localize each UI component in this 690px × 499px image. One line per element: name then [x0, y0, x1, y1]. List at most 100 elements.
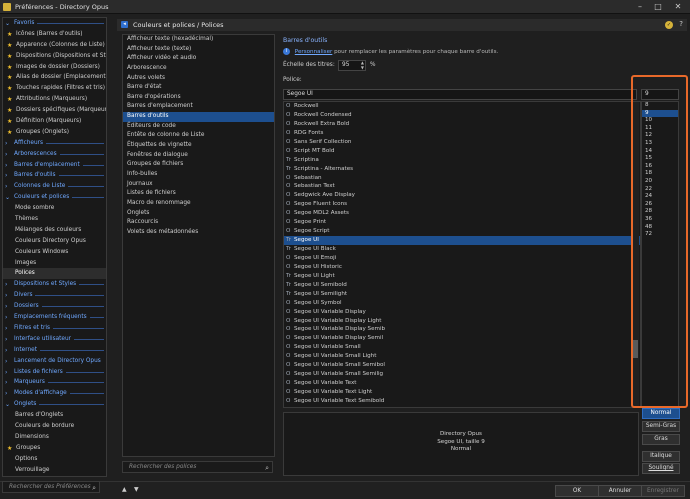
chevron-right-icon[interactable]: ›: [5, 172, 12, 179]
sidebar-item[interactable]: › Internet: [3, 345, 106, 356]
font-item[interactable]: O Script MT Bold: [284, 147, 640, 156]
sidebar-item[interactable]: › Colonnes de Liste: [3, 181, 106, 192]
font-category-item[interactable]: Barres d'emplacement: [123, 102, 274, 112]
font-item[interactable]: O Segoe UI Symbol: [284, 299, 640, 308]
chevron-down-icon[interactable]: ⌄: [5, 401, 12, 408]
customize-link[interactable]: Personnaliser: [295, 49, 333, 55]
font-item[interactable]: Tr Segoe UI Semibold: [284, 281, 640, 290]
font-item[interactable]: O Rockwell: [284, 102, 640, 111]
search-icon[interactable]: ⌕: [265, 463, 269, 473]
sidebar-item[interactable]: ★ Attributions (Marqueurs): [3, 94, 106, 105]
sidebar-item[interactable]: ⌄ Onglets: [3, 399, 106, 410]
spinner-arrows-icon[interactable]: ▲ ▼: [361, 60, 364, 70]
sidebar-item[interactable]: ★ Groupes (Onglets): [3, 127, 106, 138]
font-category-item[interactable]: Journaux: [123, 180, 274, 190]
font-category-item[interactable]: Raccourcis: [123, 218, 274, 228]
italic-button[interactable]: Italique: [642, 451, 680, 462]
font-item[interactable]: Tr Scriptina: [284, 156, 640, 165]
chevron-right-icon[interactable]: ›: [5, 336, 12, 343]
font-item[interactable]: O Segoe UI Variable Display Semil: [284, 334, 640, 343]
chevron-right-icon[interactable]: ›: [5, 292, 12, 299]
font-item[interactable]: Tr Segoe UI: [284, 236, 640, 245]
sidebar-item[interactable]: ★ Icônes (Barres d'outils): [3, 29, 106, 40]
move-down-icon[interactable]: ▼: [134, 486, 139, 493]
sidebar-item[interactable]: Mélanges des couleurs: [3, 225, 106, 236]
font-item[interactable]: O Segoe UI Variable Display Light: [284, 317, 640, 326]
sidebar-item[interactable]: Dimensions: [3, 432, 106, 443]
underline-button[interactable]: Souligné: [642, 463, 680, 474]
help-icon[interactable]: ?: [679, 20, 683, 28]
apply-button[interactable]: Enregistrer: [641, 485, 685, 497]
font-category-item[interactable]: Étiquettes de vignette: [123, 141, 274, 151]
font-item[interactable]: O Segoe Print: [284, 218, 640, 227]
close-button[interactable]: ✕: [670, 1, 686, 13]
font-item[interactable]: Tr Scriptina - Alternates: [284, 165, 640, 174]
sidebar-item[interactable]: › Interface utilisateur: [3, 334, 106, 345]
sidebar-item[interactable]: Couleurs de bordure: [3, 421, 106, 432]
sidebar-item[interactable]: ★ Définition (Marqueurs): [3, 116, 106, 127]
font-item[interactable]: O Segoe UI Emoji: [284, 254, 640, 263]
font-item[interactable]: O RDG Fonts: [284, 129, 640, 138]
sidebar-item[interactable]: Verrouillage: [3, 465, 106, 476]
font-category-item[interactable]: Barre d'état: [123, 83, 274, 93]
sidebar-item[interactable]: › Dossiers: [3, 301, 106, 312]
font-item[interactable]: O Segoe Fluent Icons: [284, 200, 640, 209]
preferences-search-input[interactable]: Rechercher des Préférences ⌕: [2, 481, 100, 493]
font-item[interactable]: Tr Segoe UI Black: [284, 245, 640, 254]
font-category-item[interactable]: Arborescence: [123, 64, 274, 74]
chevron-right-icon[interactable]: ›: [5, 162, 12, 169]
sidebar-item[interactable]: Polices: [3, 268, 106, 280]
sidebar-item[interactable]: › Barres d'emplacement: [3, 160, 106, 171]
sidebar-item[interactable]: ★ Images de dossier (Dossiers): [3, 62, 106, 73]
title-scale-spinner[interactable]: 95 ▲ ▼: [338, 60, 366, 71]
chevron-right-icon[interactable]: ›: [5, 140, 12, 147]
maximize-button[interactable]: □: [650, 1, 666, 13]
font-item[interactable]: O Segoe UI Variable Display Semib: [284, 325, 640, 334]
chevron-right-icon[interactable]: ›: [5, 325, 12, 332]
font-category-item[interactable]: Macro de renommage: [123, 199, 274, 209]
font-category-item[interactable]: Barre d'opérations: [123, 93, 274, 103]
font-item[interactable]: O Segoe UI Variable Text Light: [284, 388, 640, 397]
font-item[interactable]: O Segoe UI Variable Text: [284, 379, 640, 388]
font-category-item[interactable]: Barres d'outils: [123, 112, 274, 122]
sidebar-item[interactable]: Barres d'Onglets: [3, 410, 106, 421]
font-category-item[interactable]: Fenêtres de dialogue: [123, 151, 274, 161]
sidebar-item[interactable]: ★ Groupes: [3, 443, 106, 454]
chevron-right-icon[interactable]: ›: [5, 303, 12, 310]
chevron-right-icon[interactable]: ›: [5, 379, 12, 386]
font-item[interactable]: O Segoe UI Variable Text Semibold: [284, 397, 640, 406]
font-item[interactable]: O Rockwell Extra Bold: [284, 120, 640, 129]
minimize-button[interactable]: –: [632, 1, 648, 13]
chevron-right-icon[interactable]: ›: [5, 281, 12, 288]
font-item[interactable]: Tr Segoe UI Light: [284, 272, 640, 281]
font-item[interactable]: O Segoe UI Variable Small: [284, 343, 640, 352]
search-icon[interactable]: ⌕: [92, 483, 96, 493]
font-category-item[interactable]: Listes de fichiers: [123, 189, 274, 199]
sidebar-item[interactable]: Mode sombre: [3, 203, 106, 214]
sidebar-item[interactable]: ★Dispositions (Dispositions et Styl...: [3, 51, 106, 62]
sidebar-item[interactable]: ⌄ Favoris: [3, 18, 106, 29]
chevron-right-icon[interactable]: ›: [5, 390, 12, 397]
sidebar-item[interactable]: › Divers: [3, 290, 106, 301]
sidebar-item[interactable]: ★Alias de dossier (Emplacements f...: [3, 72, 106, 83]
font-item[interactable]: O Segoe UI Historic: [284, 263, 640, 272]
sidebar-item[interactable]: › Lancement de Directory Opus: [3, 356, 106, 367]
font-category-item[interactable]: Entête de colonne de Liste: [123, 131, 274, 141]
sidebar-item[interactable]: ⌄ Couleurs et polices: [3, 192, 106, 203]
font-item[interactable]: O Segoe UI Variable Small Semilig: [284, 370, 640, 379]
font-name-input[interactable]: Segoe UI: [283, 89, 637, 100]
sidebar-item[interactable]: › Arborescences: [3, 149, 106, 160]
sidebar-item[interactable]: ★ Dossiers spécifiques (Marqueurs...: [3, 105, 106, 116]
sidebar-item[interactable]: Options: [3, 454, 106, 465]
sidebar-item[interactable]: › Filtres et tris: [3, 323, 106, 334]
sidebar-item[interactable]: ★ Touches rapides (Filtres et tris): [3, 83, 106, 94]
font-category-item[interactable]: Volets des métadonnées: [123, 228, 274, 238]
sidebar-item[interactable]: Thèmes: [3, 214, 106, 225]
sidebar-item[interactable]: Couleurs Windows: [3, 247, 106, 258]
chevron-right-icon[interactable]: ›: [5, 358, 12, 365]
font-category-item[interactable]: Afficheur texte (hexadécimal): [123, 35, 274, 45]
font-category-item[interactable]: Autres volets: [123, 74, 274, 84]
favorite-check-icon[interactable]: ✓: [665, 21, 673, 29]
font-item[interactable]: O Sans Serif Collection: [284, 138, 640, 147]
font-item[interactable]: O Rockwell Condensed: [284, 111, 640, 120]
